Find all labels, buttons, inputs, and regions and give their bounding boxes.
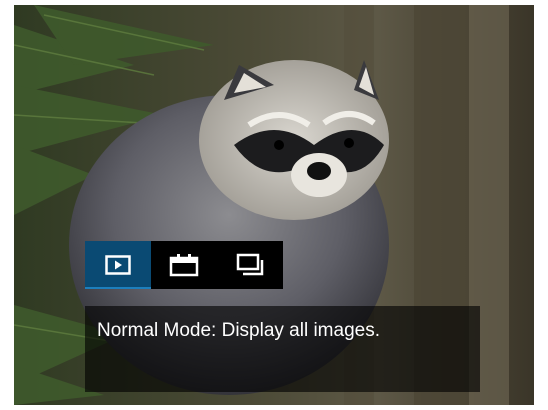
calendar-icon <box>169 254 199 277</box>
play-icon <box>105 255 131 275</box>
mode-description-text: Normal Mode: Display all images. <box>97 320 380 341</box>
playback-mode-menu <box>85 241 283 289</box>
continuous-mode-button[interactable] <box>217 241 283 289</box>
normal-mode-button[interactable] <box>85 241 151 289</box>
date-mode-button[interactable] <box>151 241 217 289</box>
mode-description-panel: Normal Mode: Display all images. <box>85 306 480 392</box>
stacked-frames-icon <box>236 253 264 276</box>
camera-lcd-screen: Normal Mode: Display all images. <box>14 5 534 405</box>
